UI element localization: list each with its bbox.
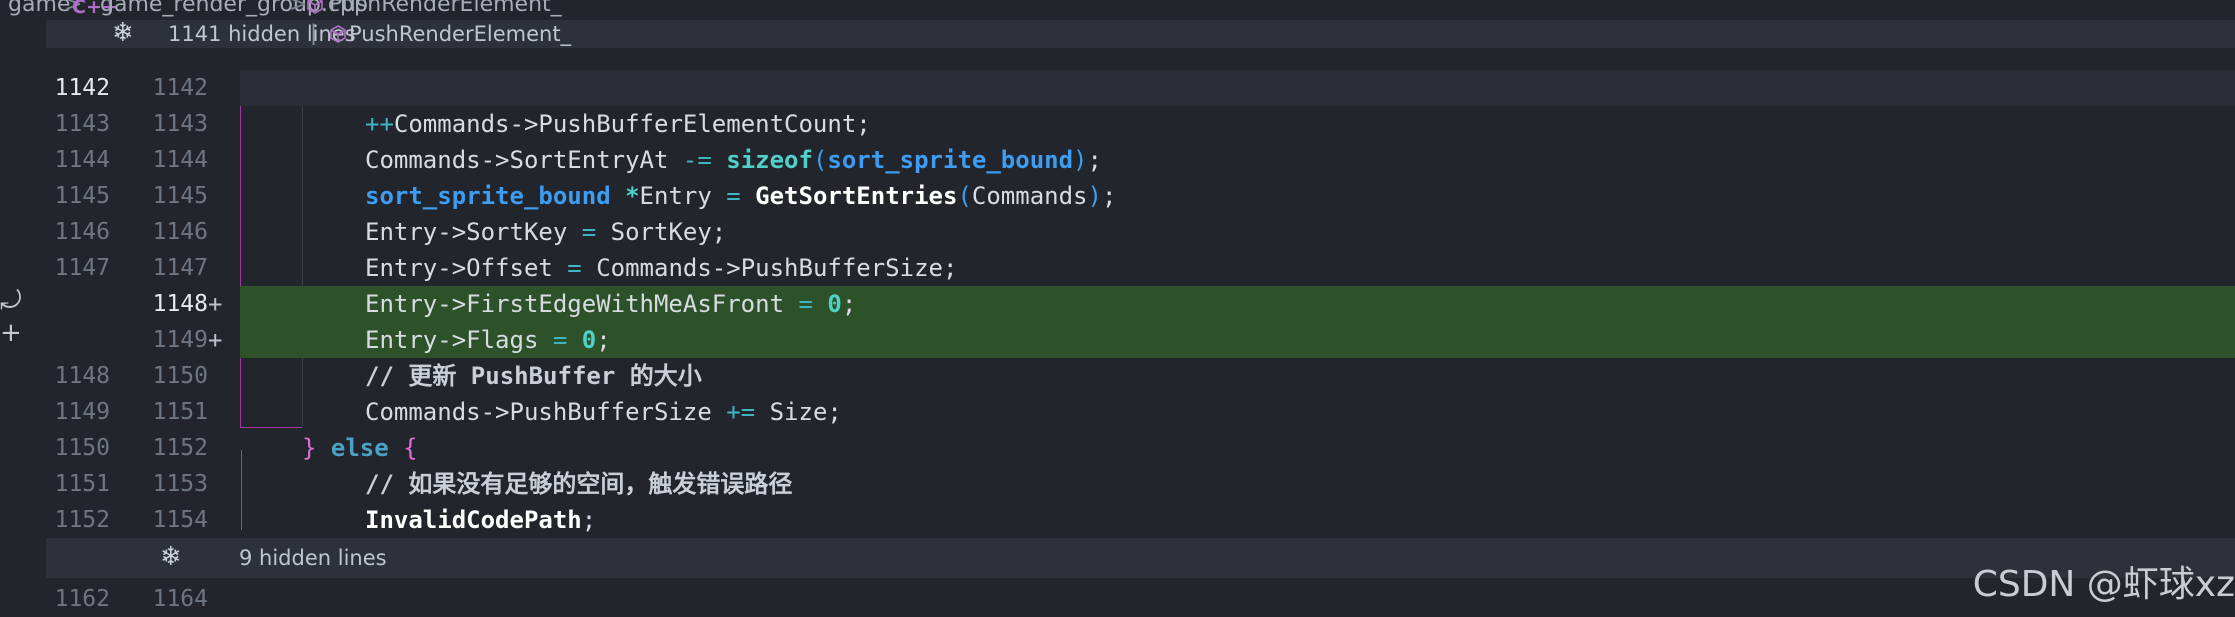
- new-line-number: 1153: [152, 471, 208, 497]
- old-line-number: 1148: [54, 363, 110, 389]
- hidden-lines-symbol[interactable]: PushRenderElement_: [349, 22, 571, 46]
- code-text: InvalidCodePath;: [365, 506, 597, 534]
- code-line[interactable]: 1145 1145 sort_sprite_bound *Entry = Get…: [0, 178, 2235, 214]
- old-line-number: 1142: [54, 75, 110, 101]
- revert-change-icon[interactable]: ⤾: [0, 286, 22, 317]
- new-line-number: 1164: [152, 586, 208, 612]
- new-line-number: 1142: [152, 75, 208, 101]
- code-line[interactable]: 1144 1144 Commands->SortEntryAt -= sizeo…: [0, 142, 2235, 178]
- old-line-number: 1146: [54, 219, 110, 245]
- code-text: Entry->SortKey = SortKey;: [365, 218, 727, 246]
- code-line[interactable]: 1146 1146 Entry->SortKey = SortKey;: [0, 214, 2235, 250]
- watermark: CSDN @虾球xz: [1972, 564, 2235, 605]
- code-text: Entry->FirstEdgeWithMeAsFront = 0;: [365, 290, 857, 318]
- new-line-number: 1154: [152, 507, 208, 533]
- expand-icon[interactable]: ❄: [112, 18, 134, 48]
- fold-divider: |: [310, 21, 318, 45]
- added-marker: +: [208, 326, 223, 354]
- new-line-number: 1149: [152, 327, 208, 353]
- new-line-number: 1148: [152, 291, 208, 317]
- old-line-number: [46, 322, 110, 358]
- code-comment: // 更新 PushBuffer 的大小: [365, 362, 702, 390]
- old-line-number: 1151: [54, 471, 110, 497]
- cube-icon: [307, 0, 323, 14]
- expand-icon[interactable]: ❄: [160, 542, 182, 572]
- stage-change-icon[interactable]: +: [0, 318, 22, 348]
- code-line[interactable]: 1143 1143 ++Commands->PushBufferElementC…: [0, 106, 2235, 142]
- new-line-number: 1150: [152, 363, 208, 389]
- code-line[interactable]: 1149 1151 Commands->PushBufferSize += Si…: [0, 394, 2235, 430]
- old-line-number: 1162: [54, 586, 110, 612]
- old-line-number: 1144: [54, 147, 110, 173]
- code-line[interactable]: 1151 1153 // 如果没有足够的空间，触发错误路径: [0, 466, 2235, 502]
- breadcrumb-symbol[interactable]: PushRenderElement_: [329, 0, 562, 16]
- breadcrumb-folder[interactable]: game: [8, 0, 70, 16]
- added-code-line[interactable]: 1149 + Entry->Flags = 0;: [0, 322, 2235, 358]
- code-text: Commands->PushBufferSize += Size;: [365, 398, 842, 426]
- code-line[interactable]: 1150 1152 } else {: [0, 430, 2235, 466]
- cube-icon: [330, 25, 346, 43]
- breadcrumb: game > C++ game_render_group.cpp > PushR…: [0, 0, 2235, 22]
- breadcrumb-file[interactable]: game_render_group.cpp: [100, 0, 368, 16]
- hidden-lines-label[interactable]: 9 hidden lines: [239, 546, 387, 570]
- hidden-lines-bar-bottom[interactable]: ❄ 9 hidden lines: [46, 538, 2235, 578]
- code-line[interactable]: 1148 1150 // 更新 PushBuffer 的大小: [0, 358, 2235, 394]
- new-line-number: 1143: [152, 111, 208, 137]
- old-line-number: 1150: [54, 435, 110, 461]
- code-line[interactable]: 1152 1154 InvalidCodePath;: [0, 502, 2235, 538]
- code-text: Entry->Offset = Commands->PushBufferSize…: [365, 254, 958, 282]
- old-line-number: [46, 286, 110, 322]
- old-line-number: 1149: [54, 399, 110, 425]
- code-comment: // 如果没有足够的空间，触发错误路径: [365, 470, 793, 498]
- code-text: sort_sprite_bound *Entry = GetSortEntrie…: [365, 182, 1117, 210]
- new-line-number: 1144: [152, 147, 208, 173]
- added-code-line[interactable]: 1148 + Entry->FirstEdgeWithMeAsFront = 0…: [0, 286, 2235, 322]
- old-line-number: 1152: [54, 507, 110, 533]
- code-line[interactable]: 1147 1147 Entry->Offset = Commands->Push…: [0, 250, 2235, 286]
- new-line-number: 1151: [152, 399, 208, 425]
- code-text: } else {: [302, 434, 418, 462]
- code-text: Entry->Flags = 0;: [365, 326, 611, 354]
- code-text: ++Commands->PushBufferElementCount;: [365, 110, 871, 138]
- hidden-lines-bar-top[interactable]: ❄ 1141 hidden lines | PushRenderElement_: [46, 18, 2235, 48]
- code-line[interactable]: 1142 1142: [0, 70, 2235, 106]
- breadcrumb-separator: >: [289, 0, 308, 17]
- old-line-number: 1145: [54, 183, 110, 209]
- new-line-number: 1147: [152, 255, 208, 281]
- code-text: Commands->SortEntryAt -= sizeof(sort_spr…: [365, 146, 1102, 174]
- new-line-number: 1145: [152, 183, 208, 209]
- code-line[interactable]: 1162 1164: [0, 581, 2235, 617]
- old-line-number: 1147: [54, 255, 110, 281]
- hidden-lines-label[interactable]: 1141 hidden lines: [168, 22, 356, 46]
- old-line-number: 1143: [54, 111, 110, 137]
- added-marker: +: [208, 290, 223, 318]
- new-line-number: 1146: [152, 219, 208, 245]
- diff-editor: game > C++ game_render_group.cpp > PushR…: [0, 0, 2235, 617]
- new-line-number: 1152: [152, 435, 208, 461]
